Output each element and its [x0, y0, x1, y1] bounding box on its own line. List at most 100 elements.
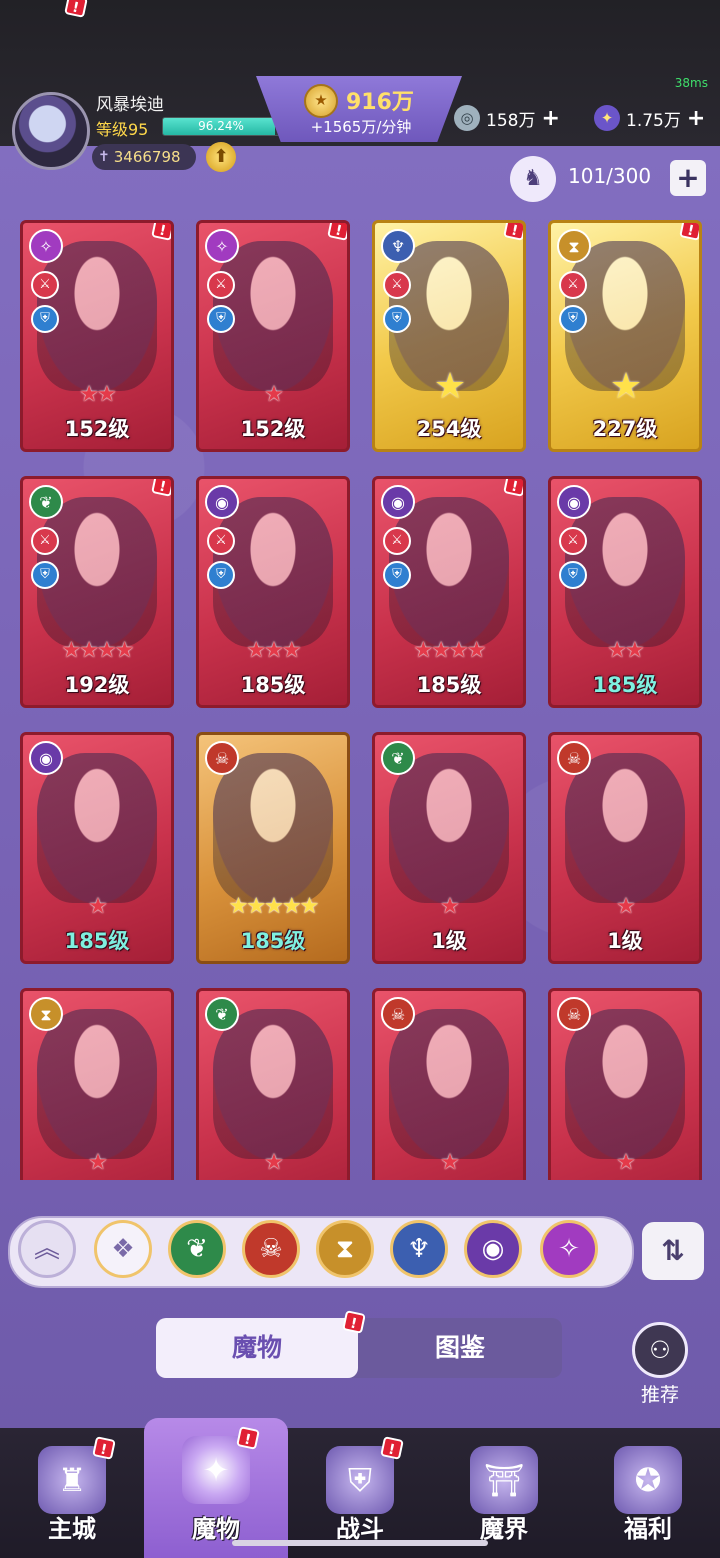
star-icon: ★: [114, 638, 135, 663]
monster-card[interactable]: ⧗ ⚔ ⛨! ★ 227级: [548, 220, 702, 452]
star-icon: ★: [609, 366, 642, 407]
star-icon: ★: [264, 1150, 284, 1175]
star-icon: ★: [88, 894, 108, 919]
alert-icon: !: [503, 223, 523, 241]
attack-role-icon: ⚔: [31, 527, 59, 555]
view-tabs: 魔物 图鉴 !: [156, 1310, 562, 1378]
star-icon: ★: [440, 894, 460, 919]
defense-role-icon: ⛨: [559, 561, 587, 589]
leaf-element-icon: ❦: [29, 485, 63, 519]
star-rating: ★★: [23, 382, 171, 407]
monster-card[interactable]: ☠ ★★★★★ 185级: [196, 732, 350, 964]
monster-level: 254级: [416, 417, 482, 441]
eye-element-icon: ◉: [205, 485, 239, 519]
collapse-up-button[interactable]: ︽: [18, 1220, 76, 1278]
monster-card[interactable]: ✧ ⚔ ⛨! ★ 152级: [196, 220, 350, 452]
monster-level: 185级: [64, 929, 130, 953]
filter-all-icon[interactable]: ❖: [94, 1220, 152, 1278]
eye-element-icon: ◉: [557, 485, 591, 519]
monster-card[interactable]: ✧ ⚔ ⛨! ★★ 152级: [20, 220, 174, 452]
star-icon: ★: [607, 638, 627, 663]
monster-card[interactable]: ☠ ★: [372, 988, 526, 1180]
tab-alert-icon: !: [342, 1310, 366, 1334]
defense-role-icon: ⛨: [559, 305, 587, 333]
star-icon: ★: [79, 638, 99, 663]
defense-role-icon: ⛨: [383, 561, 411, 589]
star-icon: ★: [440, 1150, 460, 1175]
nav-item[interactable]: ⛩ 魔界: [432, 1428, 576, 1558]
nav-item[interactable]: ⛨! 战斗: [288, 1428, 432, 1558]
star-rating: ★★: [551, 638, 699, 663]
star-rating: ★: [23, 1150, 171, 1175]
filter-dragon-icon[interactable]: ♆: [390, 1220, 448, 1278]
nav-item[interactable]: ♜! 主城: [0, 1428, 144, 1558]
nav-label: 主城: [48, 1515, 96, 1543]
star-icon: ★: [264, 382, 284, 407]
attack-role-icon: ⚔: [383, 527, 411, 555]
star-rating: ★: [551, 366, 699, 407]
monster-card[interactable]: ❦ ★ 1级: [372, 732, 526, 964]
monster-card[interactable]: ◉ ⚔ ⛨ ★★★ 185级: [196, 476, 350, 708]
star-icon: ★: [466, 638, 487, 663]
recommend-icon[interactable]: ⚇: [632, 1322, 688, 1378]
filter-sand-icon[interactable]: ⧗: [316, 1220, 374, 1278]
nav-item[interactable]: ✪ 福利: [576, 1428, 720, 1558]
monster-level: 152级: [240, 417, 306, 441]
star-rating: ★: [375, 1150, 523, 1175]
monster-level: 192级: [64, 673, 130, 697]
monster-card[interactable]: ♆ ⚔ ⛨! ★ 254级: [372, 220, 526, 452]
star-icon: ★: [281, 638, 302, 663]
star-rating: ★★★★: [375, 638, 523, 663]
star-icon: ★: [281, 894, 302, 919]
monster-grid: ✧ ⚔ ⛨! ★★ 152级 ✧ ⚔ ⛨! ★ 152级 ♆ ⚔ ⛨! ★ 254级 ⧗ ⚔ ⛨! ★ 227级 ❦ ⚔ ⛨…: [0, 0, 720, 1180]
treasure-chest-icon: ✪: [614, 1446, 682, 1514]
filter-astral-icon[interactable]: ✧: [540, 1220, 598, 1278]
defense-role-icon: ⛨: [207, 305, 235, 333]
home-indicator[interactable]: [232, 1540, 488, 1546]
monster-card[interactable]: ⧗ ★: [20, 988, 174, 1180]
alert-icon: !: [503, 479, 523, 497]
star-rating: ★: [23, 894, 171, 919]
star-icon: ★: [88, 1150, 108, 1175]
star-icon: ★: [228, 894, 249, 919]
alert-icon: !: [151, 479, 171, 497]
demon-element-icon: ☠: [205, 741, 239, 775]
attack-role-icon: ⚔: [31, 271, 59, 299]
filter-leaf-icon[interactable]: ❦: [168, 1220, 226, 1278]
monster-portrait: [213, 753, 333, 903]
monster-card[interactable]: ❦ ★: [196, 988, 350, 1180]
tab-codex[interactable]: 图鉴: [358, 1318, 562, 1378]
monster-card[interactable]: ❦ ⚔ ⛨! ★★★★ 192级: [20, 476, 174, 708]
monster-card[interactable]: ☠ ★ 1级: [548, 732, 702, 964]
sand-element-icon: ⧗: [29, 997, 63, 1031]
eye-element-icon: ◉: [381, 485, 415, 519]
astral-element-icon: ✧: [205, 229, 239, 263]
sort-button[interactable]: ⇅: [642, 1222, 704, 1280]
monster-card[interactable]: ☠ ★: [548, 988, 702, 1180]
filter-eye-icon[interactable]: ◉: [464, 1220, 522, 1278]
star-icon: ★: [616, 1150, 636, 1175]
alert-icon: !: [679, 223, 699, 241]
star-rating: ★★★★★: [199, 894, 347, 919]
monster-card[interactable]: ◉ ★ 185级: [20, 732, 174, 964]
nav-alert-icon: !: [236, 1426, 260, 1450]
alert-icon: !: [151, 223, 171, 241]
monster-card[interactable]: ◉ ⚔ ⛨! ★★★★ 185级: [372, 476, 526, 708]
nav-label: 魔物: [192, 1515, 240, 1543]
star-icon: ★: [264, 894, 284, 919]
recommend-label[interactable]: 推荐: [632, 1380, 688, 1407]
monster-portrait: [389, 753, 509, 903]
monster-level: 1级: [607, 929, 643, 953]
star-icon: ★: [299, 894, 320, 919]
star-rating: ★: [551, 894, 699, 919]
demon-element-icon: ☠: [557, 741, 591, 775]
filter-demon-icon[interactable]: ☠: [242, 1220, 300, 1278]
monster-portrait: [213, 1009, 333, 1159]
tab-monsters[interactable]: 魔物: [156, 1318, 358, 1378]
nav-item[interactable]: ✦! 魔物: [144, 1418, 288, 1558]
dragon-element-icon: ♆: [381, 229, 415, 263]
alert-icon: !: [327, 223, 347, 241]
nav-alert-icon: !: [92, 1436, 116, 1460]
star-icon: ★: [97, 382, 117, 407]
monster-card[interactable]: ◉ ⚔ ⛨ ★★ 185级: [548, 476, 702, 708]
